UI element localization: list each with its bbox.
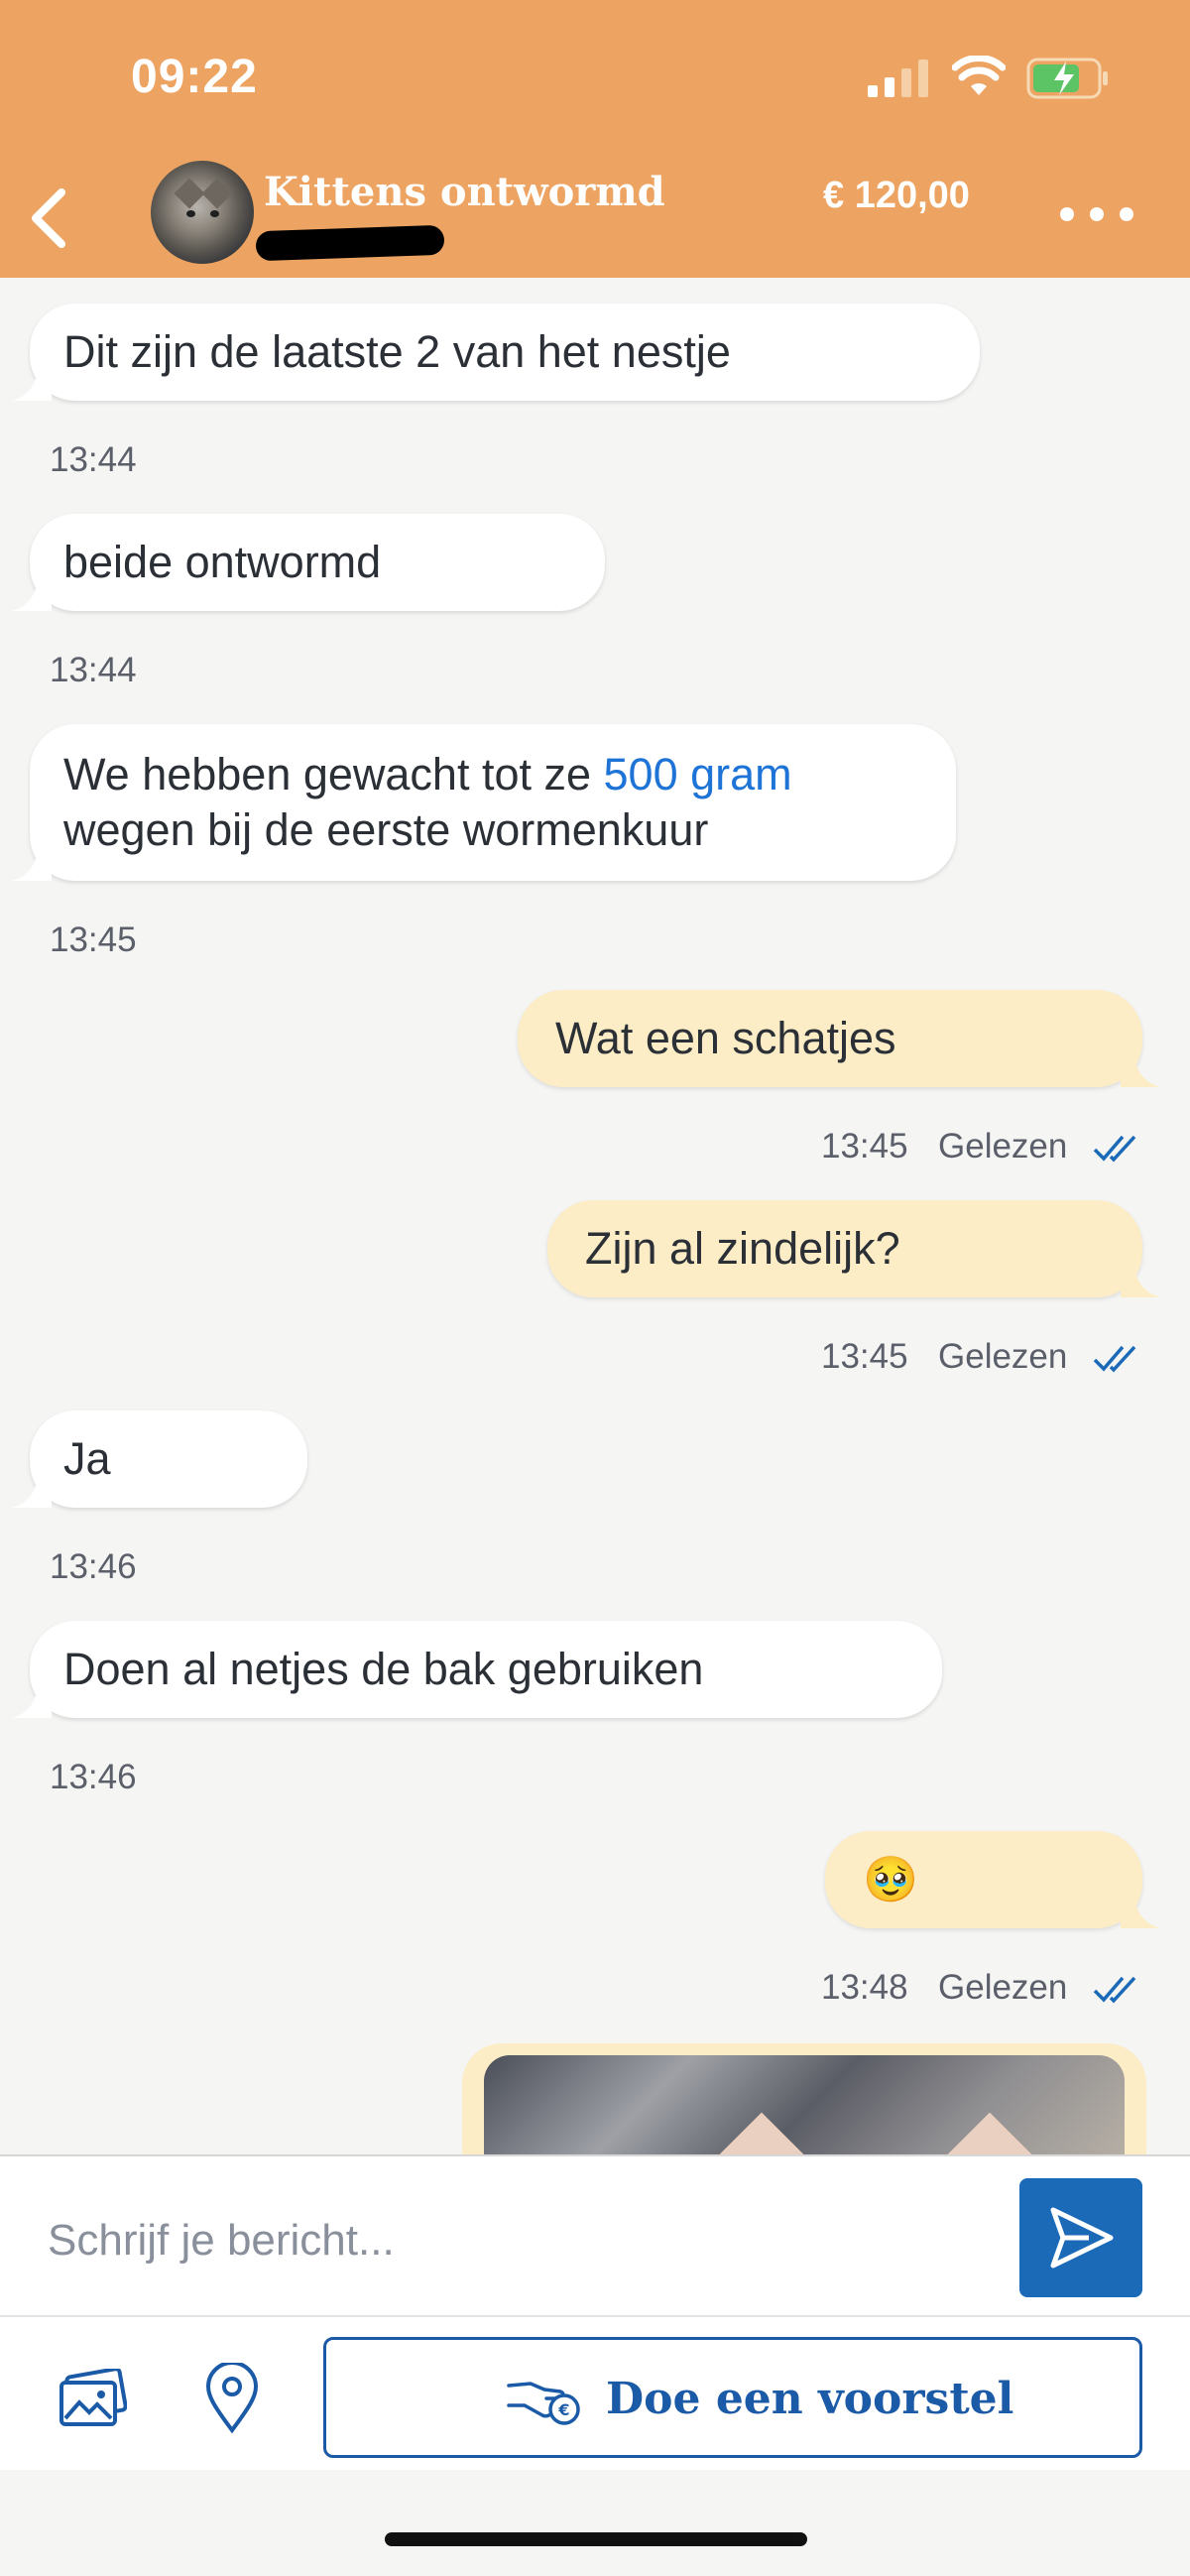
svg-text:€: € xyxy=(557,2400,569,2419)
message-text: Dit zijn de laatste 2 van het nestje xyxy=(63,326,731,377)
read-ticks-icon xyxy=(1093,1976,1136,2004)
read-ticks-icon xyxy=(1093,1345,1136,1373)
message-time: 13:45 xyxy=(821,1127,908,1165)
signal-icon xyxy=(868,60,928,97)
wifi-icon xyxy=(952,56,1006,95)
read-status: Gelezen xyxy=(938,1127,1068,1165)
message-time: 13:45 xyxy=(50,920,137,959)
location-icon[interactable] xyxy=(204,2363,260,2434)
message-incoming: beide ontwormd xyxy=(12,514,605,611)
chat-toolbar: € Doe een voorstel xyxy=(0,2315,1190,2470)
message-time: 13:46 xyxy=(50,1547,137,1586)
message-input[interactable]: Schrijf je bericht... xyxy=(48,2216,395,2266)
battery-icon xyxy=(1026,58,1108,99)
message-outgoing: 🥹 xyxy=(825,1831,1160,1928)
read-status: Gelezen xyxy=(938,1968,1068,2007)
message-time: 13:44 xyxy=(50,440,137,479)
message-incoming: Dit zijn de laatste 2 van het nestje xyxy=(12,304,980,401)
message-time: 13:48 xyxy=(821,1968,908,2007)
make-offer-button[interactable]: € Doe een voorstel xyxy=(323,2337,1142,2458)
message-text: beide ontwormd xyxy=(63,537,382,587)
message-incoming: Ja xyxy=(12,1411,307,1508)
message-emoji: 🥹 xyxy=(863,1854,919,1904)
home-indicator[interactable] xyxy=(385,2532,807,2546)
message-outgoing: Zijn al zindelijk? xyxy=(547,1200,1160,1297)
weight-link[interactable]: 500 gram xyxy=(604,749,792,799)
send-icon xyxy=(1050,2207,1114,2269)
message-image-outgoing[interactable] xyxy=(462,2043,1146,2162)
message-time: 13:46 xyxy=(50,1758,137,1796)
message-text: Wat een schatjes xyxy=(555,1013,896,1063)
more-icon[interactable] xyxy=(1057,194,1136,234)
kitten-photo[interactable] xyxy=(484,2055,1125,2162)
redacted-username xyxy=(255,224,445,262)
chat-header: Kittens ontwormd € 120,00 xyxy=(0,157,1190,278)
status-time: 09:22 xyxy=(131,51,258,103)
message-text: Ja xyxy=(63,1433,111,1484)
photo-icon[interactable] xyxy=(58,2369,127,2430)
read-status: Gelezen xyxy=(938,1337,1068,1376)
message-text: Doen al netjes de bak gebruiken xyxy=(63,1644,704,1694)
message-time: 13:44 xyxy=(50,651,137,689)
message-composer: Schrijf je bericht... xyxy=(0,2154,1190,2315)
send-button[interactable] xyxy=(1019,2178,1142,2297)
message-text: We hebben gewacht tot ze 500 gram wegen … xyxy=(63,749,792,855)
message-time: 13:45 xyxy=(821,1337,908,1376)
listing-price: € 120,00 xyxy=(823,175,970,216)
message-outgoing: Wat een schatjes xyxy=(518,990,1160,1087)
status-bar: 09:22 xyxy=(0,0,1190,157)
message-incoming: Doen al netjes de bak gebruiken xyxy=(12,1621,942,1718)
read-ticks-icon xyxy=(1093,1135,1136,1163)
message-text: Zijn al zindelijk? xyxy=(585,1223,900,1274)
back-icon[interactable] xyxy=(20,179,79,258)
avatar[interactable] xyxy=(151,161,254,264)
message-incoming: We hebben gewacht tot ze 500 gram wegen … xyxy=(12,724,956,881)
offer-hand-icon: € xyxy=(507,2382,580,2425)
make-offer-label: Doe een voorstel xyxy=(606,2374,1014,2424)
listing-title[interactable]: Kittens ontwormd xyxy=(264,169,665,215)
